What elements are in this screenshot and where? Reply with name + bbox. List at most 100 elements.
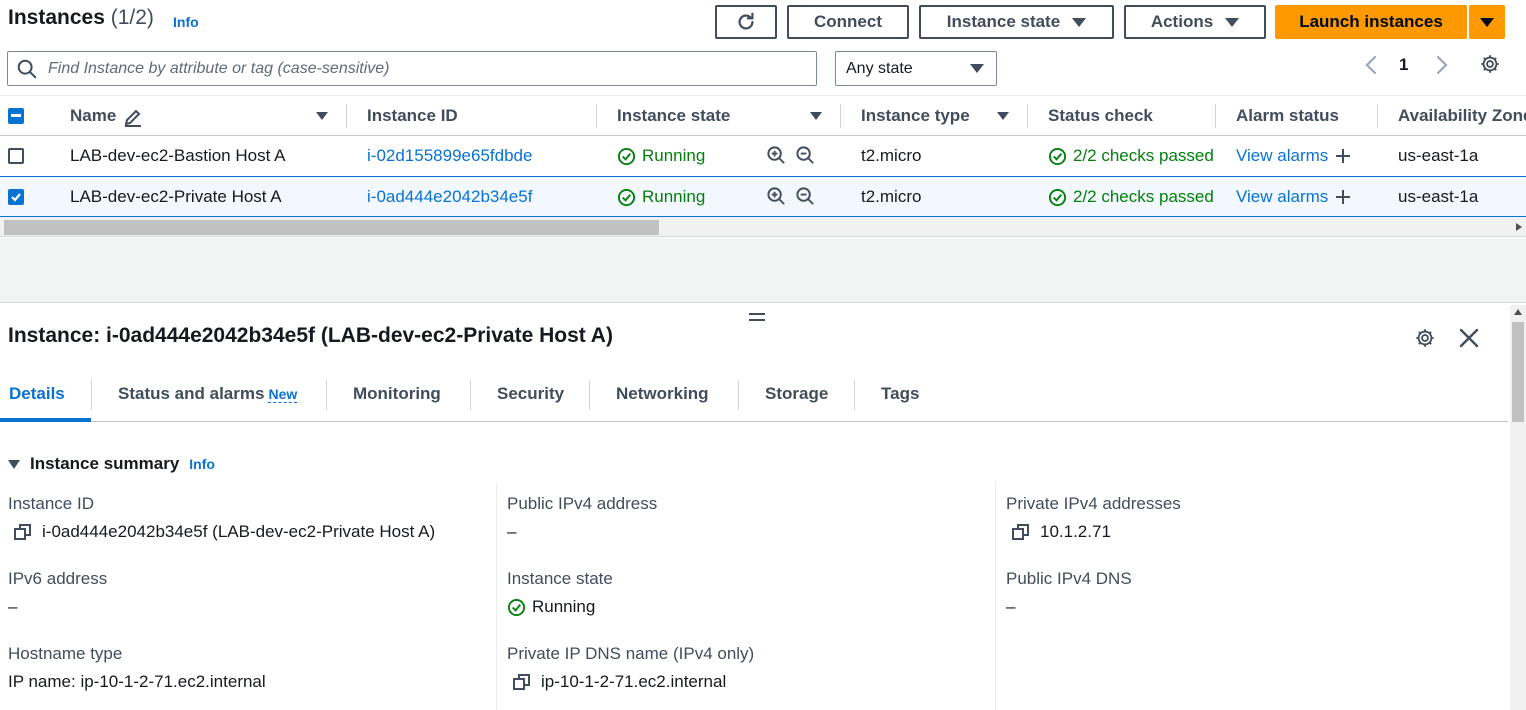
instance-summary-header[interactable]: Instance summary Info (8, 454, 215, 474)
actions-label: Actions (1150, 12, 1214, 31)
column-name-label: Name (70, 106, 117, 125)
state-filter-value: Any state (846, 59, 913, 77)
state-zoom-controls (766, 186, 816, 207)
copy-icon[interactable] (14, 523, 32, 541)
tabs-underline (0, 421, 1508, 422)
public-ipv4-value: – (507, 522, 517, 541)
instance-state-label: Instance state (507, 569, 613, 588)
actions-button[interactable]: Actions (1124, 5, 1266, 39)
column-divider[interactable] (1027, 104, 1028, 128)
prev-page-button[interactable] (1362, 54, 1382, 76)
row-status-check: 2/2 checks passed (1048, 146, 1214, 166)
row-status-check: 2/2 checks passed (1048, 187, 1214, 207)
zoom-in-icon[interactable] (766, 186, 787, 207)
page-title-text: Instances (8, 6, 105, 29)
tab-divider (91, 380, 92, 410)
caret-down-icon (1480, 17, 1494, 27)
zoom-out-icon[interactable] (795, 145, 816, 166)
table-header: Name Instance ID Instance state Instance… (0, 95, 1526, 136)
next-page-button[interactable] (1431, 54, 1451, 76)
chevron-right-icon (1436, 55, 1448, 75)
column-header-status-check[interactable]: Status check (1048, 106, 1153, 126)
plus-icon[interactable] (1334, 188, 1352, 206)
close-panel-button[interactable] (1458, 327, 1480, 349)
view-alarms-link[interactable]: View alarms (1236, 187, 1328, 207)
instance-state-value: Running (507, 597, 595, 617)
column-divider[interactable] (840, 104, 841, 128)
horizontal-scrollbar-thumb[interactable] (4, 220, 659, 235)
copy-icon[interactable] (513, 673, 531, 691)
launch-dropdown-button[interactable] (1469, 5, 1505, 39)
row-status-text: 2/2 checks passed (1073, 187, 1214, 206)
scroll-up-arrow-icon[interactable] (1513, 308, 1523, 316)
instance-summary-title: Instance summary (30, 454, 180, 473)
row-checkbox[interactable] (8, 148, 24, 164)
panel-settings-button[interactable] (1414, 327, 1436, 349)
table-row[interactable]: LAB-dev-ec2-Private Host A i-0ad444e2042… (0, 176, 1526, 217)
caret-down-icon (1072, 17, 1087, 27)
column-divider[interactable] (346, 104, 347, 128)
caret-down-icon (1225, 17, 1240, 27)
plus-icon[interactable] (1334, 147, 1352, 165)
tab-divider (470, 380, 471, 410)
row-instance-id-link[interactable]: i-02d155899e65fdbde (367, 146, 532, 166)
tab-monitoring[interactable]: Monitoring (353, 384, 441, 404)
close-icon (1459, 328, 1479, 348)
column-divider[interactable] (1215, 104, 1216, 128)
state-filter-select[interactable]: Any state (835, 51, 997, 86)
private-dns-text: ip-10-1-2-71.ec2.internal (541, 672, 727, 691)
row-name: LAB-dev-ec2-Bastion Host A (70, 146, 286, 165)
column-header-availability-zone[interactable]: Availability Zone (1398, 106, 1526, 126)
hostname-type-label: Hostname type (8, 644, 123, 663)
ipv6-label: IPv6 address (8, 569, 108, 588)
copy-icon[interactable] (1012, 523, 1030, 541)
view-alarms-link[interactable]: View alarms (1236, 146, 1328, 166)
column-header-instance-id[interactable]: Instance ID (367, 106, 458, 126)
vertical-scrollbar-thumb[interactable] (1512, 322, 1524, 422)
row-instance-type: t2.micro (861, 146, 922, 165)
summary-info-link[interactable]: Info (189, 456, 215, 472)
private-ipv4-label: Private IPv4 addresses (1006, 494, 1181, 513)
sort-caret-icon[interactable] (997, 112, 1009, 120)
refresh-button[interactable] (715, 5, 777, 39)
tab-networking[interactable]: Networking (616, 384, 709, 404)
table-settings-button[interactable] (1479, 53, 1501, 75)
row-instance-id-link[interactable]: i-0ad444e2042b34e5f (367, 187, 532, 207)
instance-state-button[interactable]: Instance state (919, 5, 1114, 39)
row-checkbox[interactable] (8, 189, 24, 205)
tab-storage[interactable]: Storage (765, 384, 828, 404)
connect-button[interactable]: Connect (787, 5, 909, 39)
row-state-text: Running (642, 187, 706, 206)
zoom-out-icon[interactable] (795, 186, 816, 207)
column-header-name[interactable]: Name (70, 106, 116, 126)
instance-id-label: Instance ID (8, 494, 94, 513)
detail-title: Instance: i-0ad444e2042b34e5f (LAB-dev-e… (8, 324, 613, 347)
public-dns-label: Public IPv4 DNS (1006, 569, 1132, 588)
row-instance-state: Running (617, 187, 705, 207)
sort-caret-icon[interactable] (316, 112, 328, 120)
tab-status-and-alarms[interactable]: Status and alarms New (118, 384, 298, 404)
column-header-alarm-status[interactable]: Alarm status (1236, 106, 1339, 126)
info-link[interactable]: Info (173, 14, 199, 30)
instance-state-label: Instance state (946, 12, 1061, 31)
instance-id-value: i-0ad444e2042b34e5f (LAB-dev-ec2-Private… (14, 522, 435, 542)
search-icon (17, 59, 37, 78)
page-number[interactable]: 1 (1399, 55, 1408, 75)
tab-tags[interactable]: Tags (881, 384, 919, 404)
zoom-in-icon[interactable] (766, 145, 787, 166)
column-header-instance-type[interactable]: Instance type (861, 106, 970, 126)
column-divider[interactable] (596, 104, 597, 128)
column-header-instance-state[interactable]: Instance state (617, 106, 730, 126)
select-all-checkbox[interactable] (8, 108, 24, 124)
resize-handle-icon[interactable] (749, 312, 765, 322)
scroll-right-arrow-icon[interactable] (1515, 222, 1523, 232)
search-input[interactable]: Find Instance by attribute or tag (case-… (7, 51, 817, 86)
tab-security[interactable]: Security (497, 384, 564, 404)
table-row[interactable]: LAB-dev-ec2-Bastion Host A i-02d155899e6… (0, 136, 1526, 177)
sort-caret-icon[interactable] (810, 112, 822, 120)
launch-instances-button[interactable]: Launch instances (1275, 5, 1467, 39)
tab-details[interactable]: Details (9, 384, 65, 404)
tab-divider (326, 380, 327, 410)
column-divider[interactable] (1377, 104, 1378, 128)
instance-state-text: Running (532, 597, 596, 616)
